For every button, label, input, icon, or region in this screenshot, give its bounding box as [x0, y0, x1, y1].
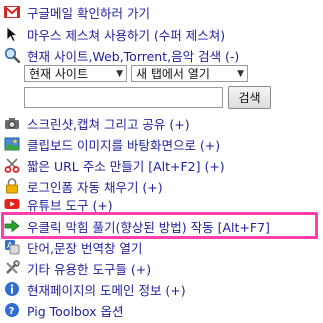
menu-item-label: Pig Toolbox 옵션	[27, 303, 124, 319]
chevron-down-icon: ▼	[237, 69, 244, 79]
menu-item-label: 현재 사이트,Web,Torrent,음악 검색 (-)	[27, 48, 240, 64]
scissors-icon	[3, 156, 21, 174]
search-panel: 현재 사이트 ▼ 새 탭에서 열기 ▼ 검색	[24, 65, 271, 109]
cursor-icon	[3, 25, 21, 43]
gmail-icon	[3, 3, 21, 21]
open-target-select[interactable]: 새 탭에서 열기 ▼	[131, 65, 248, 82]
tools-icon	[3, 259, 21, 277]
menu-item-gmail[interactable]: 구글메일 확인하러 가기	[3, 1, 150, 23]
svg-text:?: ?	[9, 306, 15, 317]
search-scope-value: 현재 사이트	[29, 67, 89, 81]
menu-item-options[interactable]: ? Pig Toolbox 옵션	[3, 299, 124, 321]
help-icon: ?	[3, 301, 21, 319]
clipboard-image-icon	[3, 135, 21, 153]
translate-icon: A	[3, 238, 21, 256]
menu-item-label: 구글메일 확인하러 가기	[27, 5, 150, 21]
search-icon	[3, 46, 21, 64]
search-button[interactable]: 검색	[228, 86, 271, 109]
menu-item-other-tools[interactable]: 기타 유용한 도구들 (+)	[3, 257, 151, 279]
camera-icon	[3, 114, 21, 132]
chevron-down-icon: ▼	[116, 69, 123, 79]
selection-highlight	[1, 212, 318, 239]
menu-item-label: 스크린샷,캡쳐 그리고 공유 (+)	[27, 116, 190, 132]
menu-item-label: 단어,문장 번역창 열기	[27, 240, 143, 256]
open-target-value: 새 탭에서 열기	[136, 67, 210, 81]
youtube-icon	[3, 195, 21, 213]
menu-item-short-url[interactable]: 짧은 URL 주소 만들기 [Alt+F2] (+)	[3, 154, 225, 176]
menu-item-clipboard-image[interactable]: 클립보드 이미지를 바탕화면으로 (+)	[3, 133, 220, 155]
menu-item-search[interactable]: 현재 사이트,Web,Torrent,음악 검색 (-)	[3, 44, 239, 66]
menu-item-label: 현재페이지의 도메인 정보 (+)	[27, 282, 186, 298]
menu-item-domain-info[interactable]: 현재페이지의 도메인 정보 (+)	[3, 278, 186, 300]
menu-item-screenshot[interactable]: 스크린샷,캡쳐 그리고 공유 (+)	[3, 112, 190, 134]
menu-item-label: 클립보드 이미지를 바탕화면으로 (+)	[27, 137, 221, 153]
search-input[interactable]	[24, 87, 223, 108]
info-icon	[3, 280, 21, 298]
menu-item-label: 마우스 제스쳐 사용하기 (수퍼 제스쳐)	[27, 27, 226, 43]
search-button-label: 검색	[238, 91, 261, 105]
context-menu: 구글메일 확인하러 가기 마우스 제스쳐 사용하기 (수퍼 제스쳐) 현재 사이…	[0, 0, 323, 323]
menu-item-label: 기타 유용한 도구들 (+)	[27, 261, 152, 277]
menu-item-label: 짧은 URL 주소 만들기 [Alt+F2] (+)	[27, 158, 225, 174]
menu-item-translate[interactable]: A 단어,문장 번역창 열기	[3, 236, 142, 258]
menu-item-label: 유튜브 도구 (+)	[27, 197, 113, 213]
menu-item-mouse-gesture[interactable]: 마우스 제스쳐 사용하기 (수퍼 제스쳐)	[3, 23, 225, 45]
search-scope-select[interactable]: 현재 사이트 ▼	[24, 65, 127, 82]
